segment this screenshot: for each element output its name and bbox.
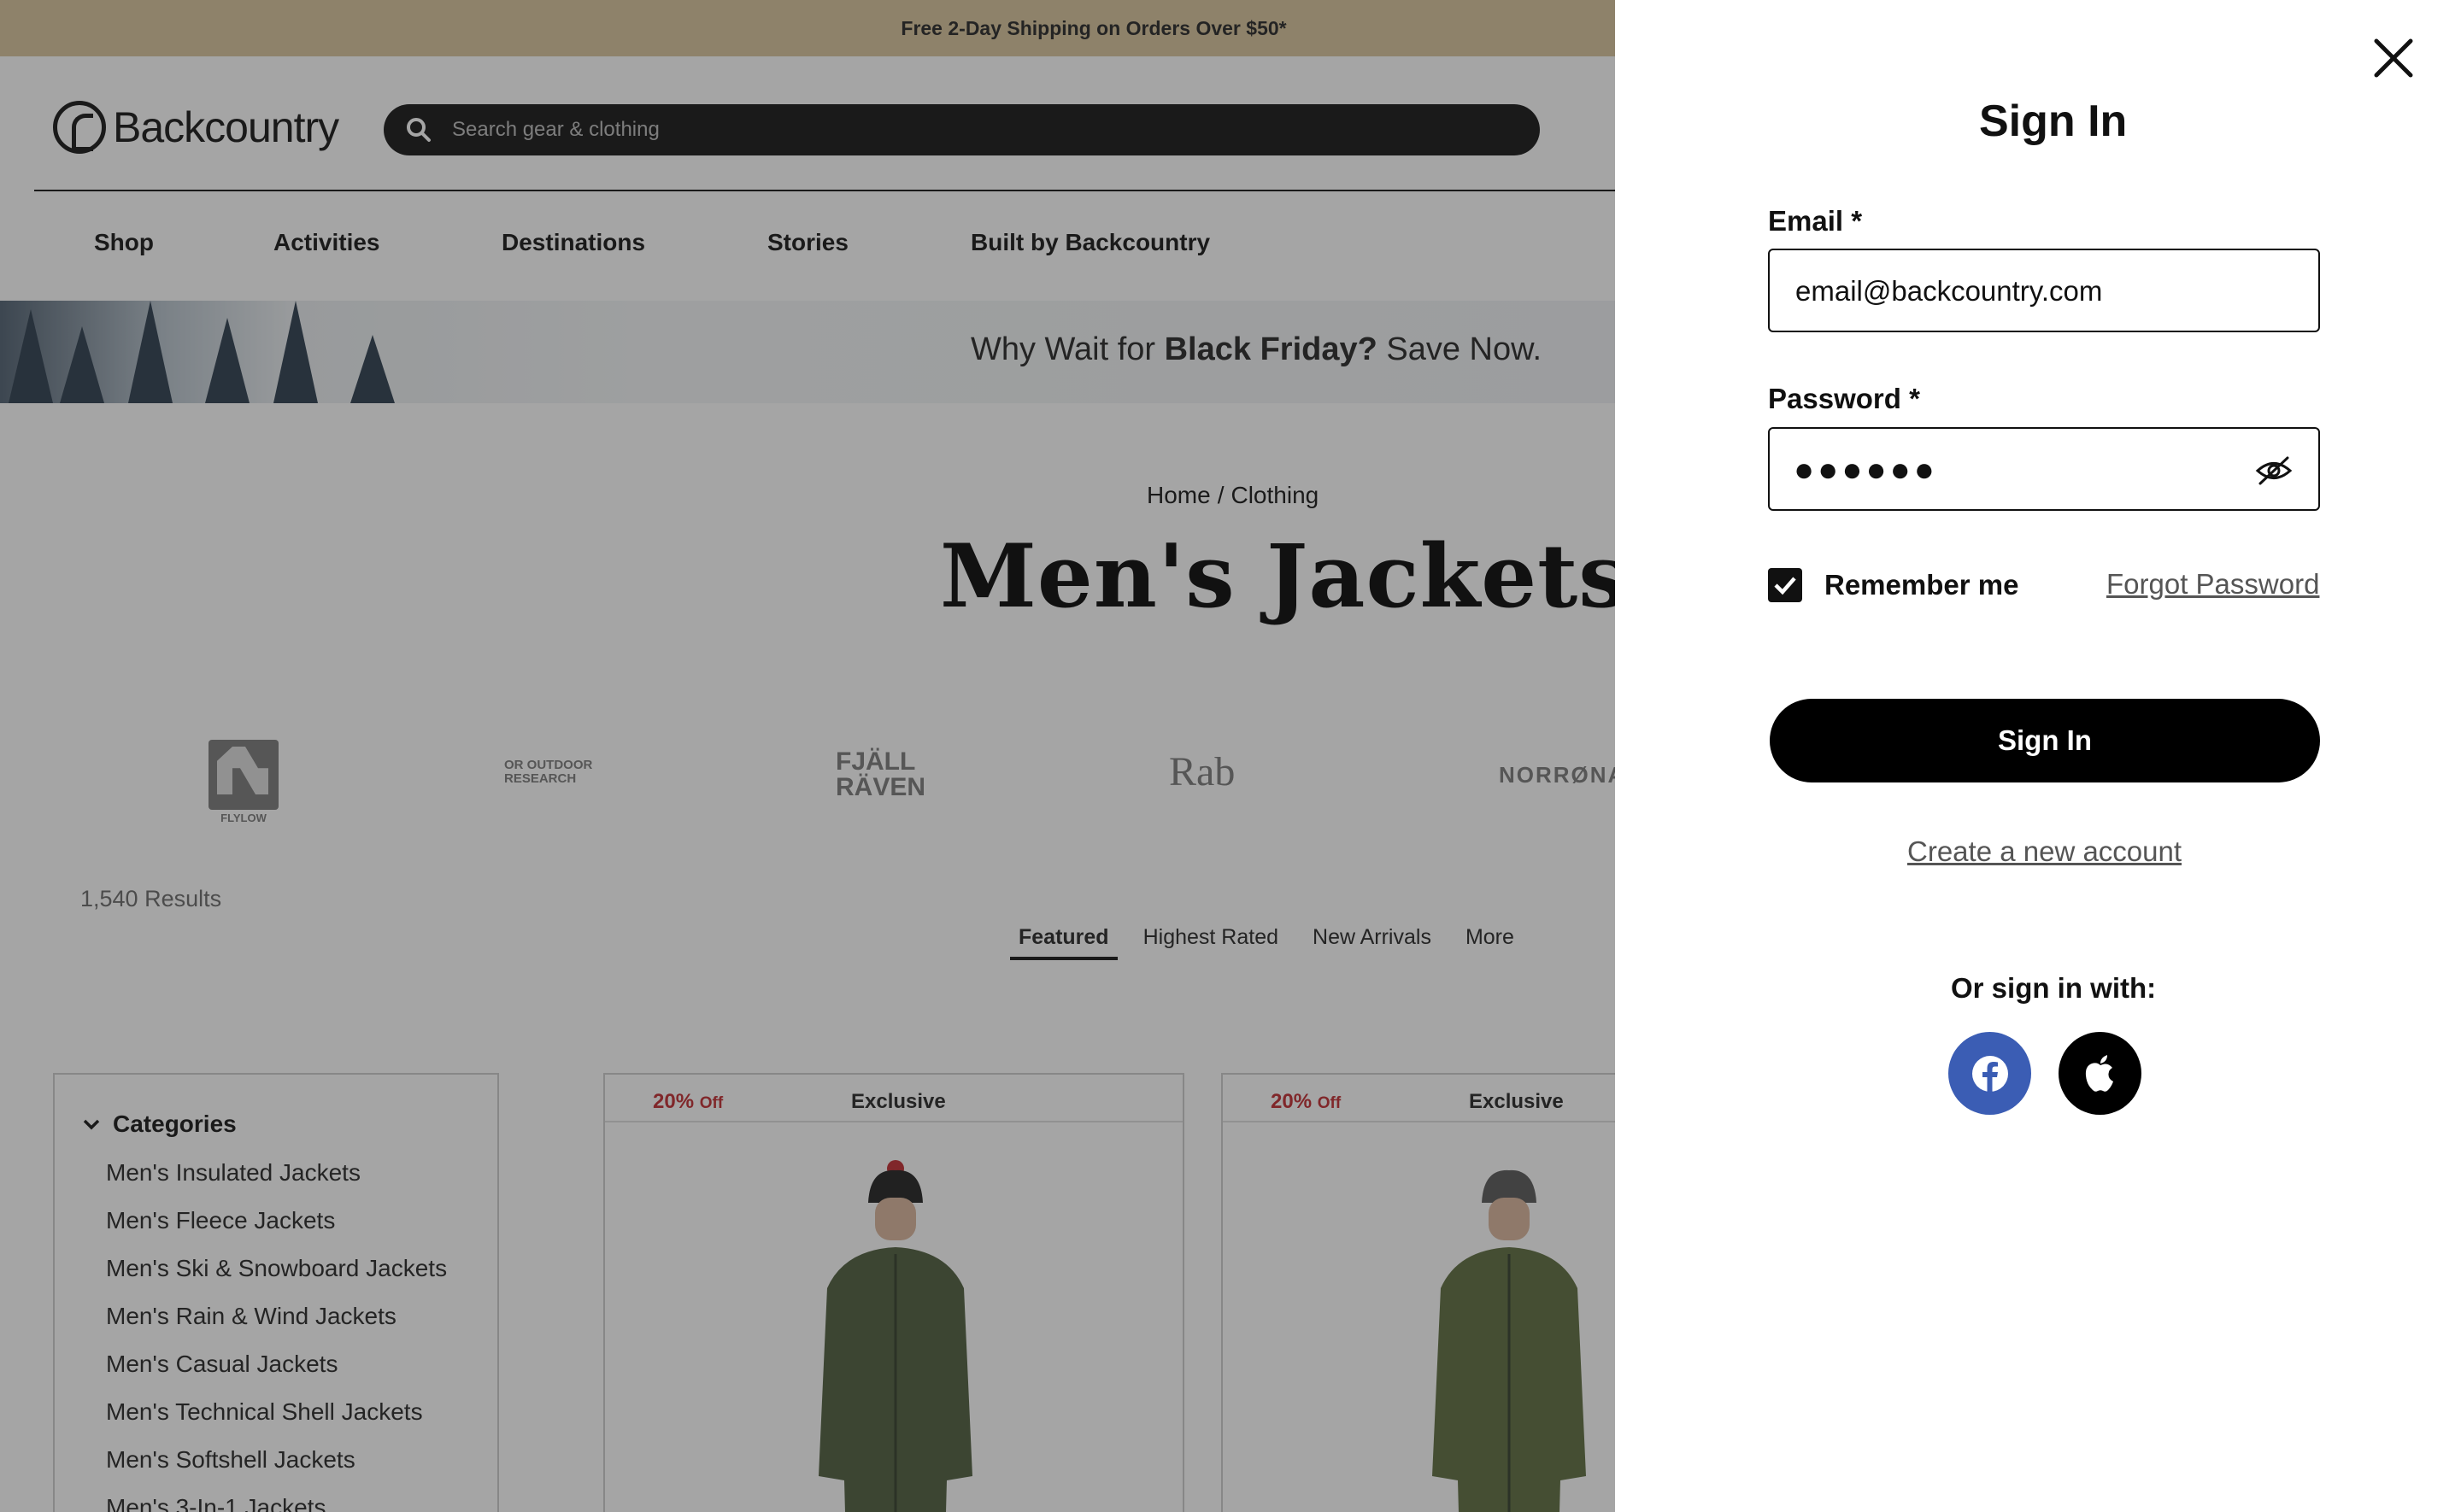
checkmark-icon xyxy=(1774,577,1796,595)
modal-backdrop[interactable] xyxy=(0,0,1615,1512)
password-label: Password * xyxy=(1768,383,1920,414)
password-input[interactable]: ●●●●●● xyxy=(1794,453,1938,487)
email-field[interactable] xyxy=(1768,249,2320,332)
social-sign-in-label: Or sign in with: xyxy=(1951,972,2157,1004)
eye-off-icon[interactable] xyxy=(2255,454,2293,487)
create-account-link[interactable]: Create a new account xyxy=(1907,835,2182,868)
remember-me[interactable]: Remember me xyxy=(1768,568,2018,602)
remember-me-label: Remember me xyxy=(1824,569,2019,601)
email-label: Email * xyxy=(1768,205,1863,237)
email-input[interactable] xyxy=(1795,250,2257,332)
sign-in-button[interactable]: Sign In xyxy=(1770,699,2320,782)
apple-icon xyxy=(2085,1054,2113,1092)
apple-sign-in-button[interactable] xyxy=(2059,1032,2141,1115)
forgot-password-link[interactable]: Forgot Password xyxy=(2106,568,2319,601)
remember-me-checkbox[interactable] xyxy=(1768,568,1802,602)
facebook-sign-in-button[interactable] xyxy=(1948,1032,2031,1115)
sign-in-title: Sign In xyxy=(1979,97,2128,146)
password-field[interactable]: ●●●●●● xyxy=(1768,427,2320,511)
facebook-icon xyxy=(1971,1055,2008,1092)
close-icon[interactable] xyxy=(2371,36,2416,80)
